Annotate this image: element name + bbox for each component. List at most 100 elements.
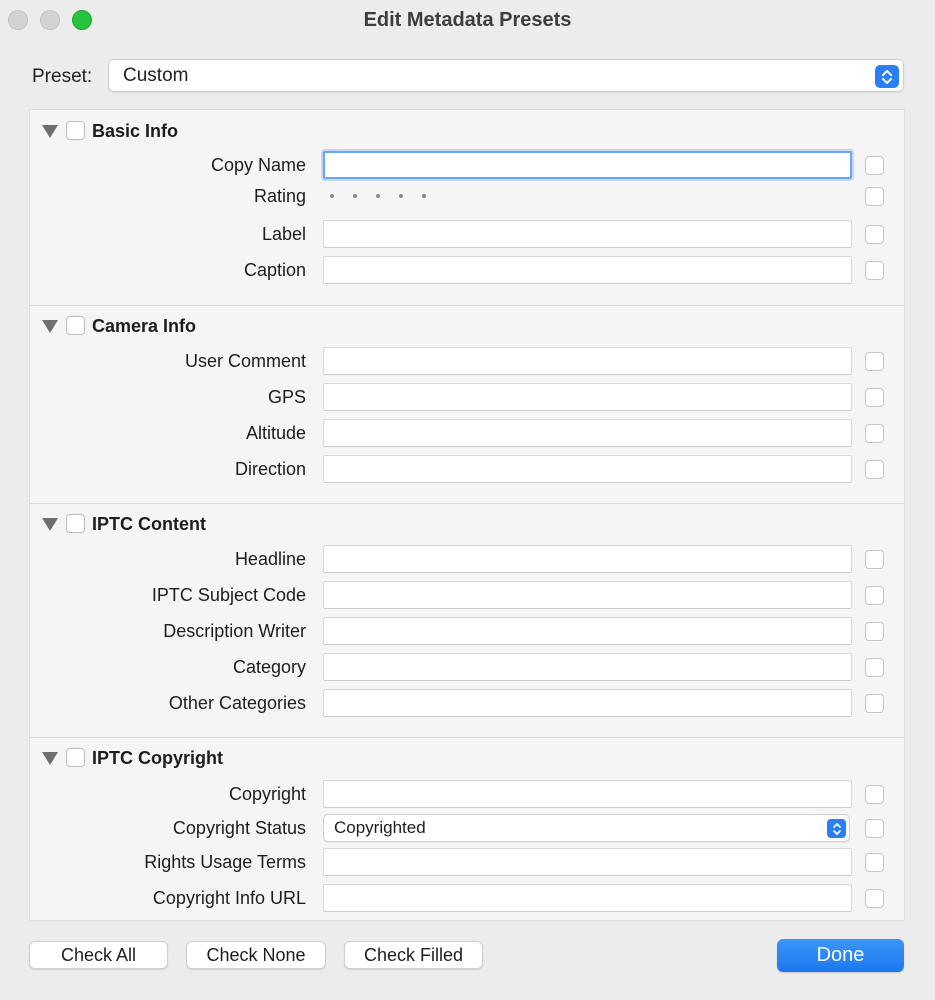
field-label: GPS — [267, 387, 306, 407]
row-checkbox[interactable] — [865, 819, 884, 838]
field-label: User Comment — [184, 351, 306, 371]
caption-field[interactable] — [323, 256, 852, 284]
field-label: Rating — [253, 186, 306, 206]
field-row-copy-name: Copy Name — [30, 151, 904, 181]
section-checkbox[interactable] — [66, 121, 85, 140]
rating-dot-icon[interactable] — [422, 194, 426, 198]
row-checkbox[interactable] — [865, 658, 884, 677]
user-comment-field[interactable] — [323, 347, 852, 375]
rating-dot-icon[interactable] — [353, 194, 357, 198]
row-checkbox[interactable] — [865, 785, 884, 804]
direction-field[interactable] — [323, 455, 852, 483]
check-none-button[interactable]: Check None — [186, 941, 326, 969]
title-bar: Edit Metadata Presets — [0, 0, 935, 42]
rating-dot-icon[interactable] — [376, 194, 380, 198]
field-row-copyright-status: Copyright Status Copyrighted — [30, 814, 904, 844]
rating-stars[interactable] — [330, 194, 426, 198]
field-row-headline: Headline — [30, 545, 904, 575]
copyright-field[interactable] — [323, 780, 852, 808]
field-label: Altitude — [245, 423, 306, 443]
rating-dot-icon[interactable] — [399, 194, 403, 198]
row-checkbox[interactable] — [865, 460, 884, 479]
gps-field[interactable] — [323, 383, 852, 411]
section-iptc-copyright: IPTC Copyright Copyright Copyright Statu… — [30, 738, 904, 920]
row-checkbox[interactable] — [865, 694, 884, 713]
field-label: IPTC Subject Code — [151, 585, 306, 605]
row-checkbox[interactable] — [865, 261, 884, 280]
section-checkbox[interactable] — [66, 514, 85, 533]
section-camera-info: Camera Info User Comment GPS Altitude Di… — [30, 306, 904, 504]
section-title: Basic Info — [92, 121, 179, 141]
preset-label: Preset: — [32, 66, 93, 87]
field-row-rating: Rating — [30, 182, 904, 212]
field-label: Other Categories — [168, 693, 306, 713]
edit-metadata-presets-window: Edit Metadata Presets Preset: Custom Bas… — [0, 0, 935, 1000]
disclosure-triangle-icon[interactable] — [41, 751, 59, 766]
rating-dot-icon[interactable] — [330, 194, 334, 198]
window-title: Edit Metadata Presets — [363, 9, 572, 31]
row-checkbox[interactable] — [865, 388, 884, 407]
field-row-iptc-subject-code: IPTC Subject Code — [30, 581, 904, 611]
section-header: Basic Info — [30, 110, 904, 150]
headline-field[interactable] — [323, 545, 852, 573]
section-checkbox[interactable] — [66, 316, 85, 335]
field-label: Copyright Info URL — [152, 888, 306, 908]
disclosure-triangle-icon[interactable] — [41, 124, 59, 139]
up-down-chevron-icon — [875, 65, 899, 88]
field-label: Caption — [243, 260, 306, 280]
copyright-status-select[interactable]: Copyrighted — [323, 814, 850, 842]
section-title: Camera Info — [92, 316, 197, 336]
preset-select[interactable]: Custom — [108, 59, 904, 92]
section-header: IPTC Copyright — [30, 738, 904, 778]
row-checkbox[interactable] — [865, 550, 884, 569]
section-header: Camera Info — [30, 306, 904, 346]
altitude-field[interactable] — [323, 419, 852, 447]
metadata-fields-panel: Basic Info Copy Name Rating Label Captio… — [29, 109, 905, 921]
field-row-other-categories: Other Categories — [30, 689, 904, 719]
label-field[interactable] — [323, 220, 852, 248]
row-checkbox[interactable] — [865, 225, 884, 244]
row-checkbox[interactable] — [865, 853, 884, 872]
field-row-category: Category — [30, 653, 904, 683]
field-row-label: Label — [30, 220, 904, 250]
check-all-button[interactable]: Check All — [29, 941, 168, 969]
field-label: Description Writer — [163, 621, 306, 641]
field-row-gps: GPS — [30, 383, 904, 413]
iptc-subject-code-field[interactable] — [323, 581, 852, 609]
description-writer-field[interactable] — [323, 617, 852, 645]
section-title: IPTC Copyright — [92, 748, 223, 768]
row-checkbox[interactable] — [865, 352, 884, 371]
copyright-status-value: Copyrighted — [334, 818, 426, 837]
field-label: Copyright Status — [172, 818, 306, 838]
field-row-user-comment: User Comment — [30, 347, 904, 377]
rights-usage-terms-field[interactable] — [323, 848, 852, 876]
preset-value: Custom — [123, 65, 189, 86]
section-basic-info: Basic Info Copy Name Rating Label Captio… — [30, 110, 904, 306]
disclosure-triangle-icon[interactable] — [41, 319, 59, 334]
category-field[interactable] — [323, 653, 852, 681]
row-checkbox[interactable] — [865, 622, 884, 641]
row-checkbox[interactable] — [865, 187, 884, 206]
section-header: IPTC Content — [30, 504, 904, 544]
field-label: Copy Name — [210, 155, 306, 175]
done-button[interactable]: Done — [777, 939, 904, 972]
field-row-direction: Direction — [30, 455, 904, 485]
row-checkbox[interactable] — [865, 889, 884, 908]
row-checkbox[interactable] — [865, 424, 884, 443]
other-categories-field[interactable] — [323, 689, 852, 717]
row-checkbox[interactable] — [865, 156, 884, 175]
field-row-rights-usage-terms: Rights Usage Terms — [30, 848, 904, 878]
field-label: Copyright — [228, 784, 306, 804]
copy-name-field[interactable] — [323, 151, 852, 179]
field-row-altitude: Altitude — [30, 419, 904, 449]
field-label: Rights Usage Terms — [144, 852, 306, 872]
field-row-description-writer: Description Writer — [30, 617, 904, 647]
section-title: IPTC Content — [92, 514, 206, 534]
field-label: Label — [261, 224, 306, 244]
copyright-info-url-field[interactable] — [323, 884, 852, 912]
field-row-copyright-info-url: Copyright Info URL — [30, 884, 904, 914]
section-checkbox[interactable] — [66, 748, 85, 767]
disclosure-triangle-icon[interactable] — [41, 517, 59, 532]
check-filled-button[interactable]: Check Filled — [344, 941, 483, 969]
row-checkbox[interactable] — [865, 586, 884, 605]
